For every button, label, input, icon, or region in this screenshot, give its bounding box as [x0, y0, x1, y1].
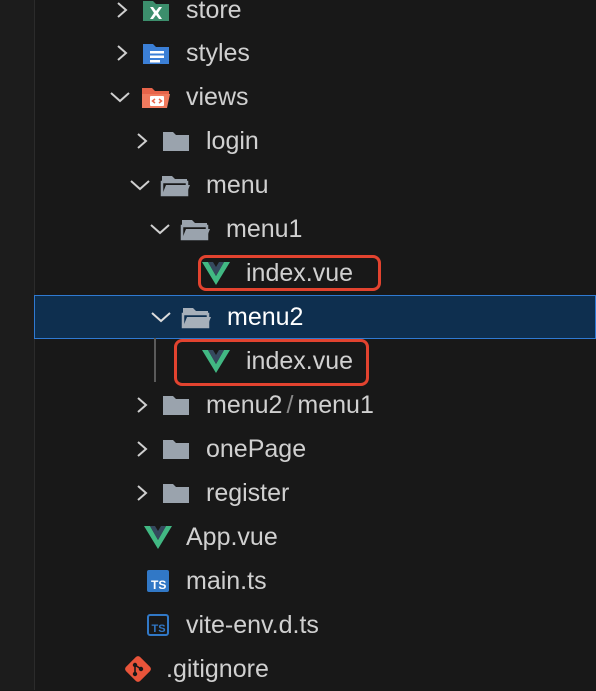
- folder-open-icon: [160, 171, 192, 199]
- chevron-down-icon[interactable]: [108, 85, 132, 109]
- path-segment: menu1: [297, 390, 374, 419]
- tree-item-register[interactable]: register: [34, 471, 596, 515]
- chevron-right-icon[interactable]: [130, 129, 154, 153]
- chevron-right-icon[interactable]: [130, 437, 154, 461]
- tree-item-menu[interactable]: menu: [34, 163, 596, 207]
- tree-item-store[interactable]: store: [34, 0, 596, 32]
- svg-text:TS: TS: [151, 578, 166, 592]
- chevron-down-icon[interactable]: [148, 217, 172, 241]
- tree-item-label: onePage: [206, 434, 307, 463]
- tree-item-menu2-menu1[interactable]: menu2/menu1: [34, 383, 596, 427]
- tree-item-login[interactable]: login: [34, 119, 596, 163]
- chevron-right-icon[interactable]: [130, 481, 154, 505]
- tree-item-label: menu1: [226, 214, 303, 243]
- tree-item-menu2-selected[interactable]: menu2: [34, 295, 596, 339]
- tree-item-views[interactable]: views: [34, 75, 596, 119]
- chevron-down-icon[interactable]: [128, 173, 152, 197]
- file-explorer-tree: store styles views login menu menu1 inde…: [34, 0, 596, 690]
- git-icon: [122, 655, 154, 683]
- tree-item-label: views: [186, 82, 249, 111]
- tree-item-label: vite-env.d.ts: [186, 610, 319, 639]
- tree-item-menu1[interactable]: menu1: [34, 207, 596, 251]
- typescript-definition-icon: TS: [142, 611, 174, 639]
- tree-item-gitignore[interactable]: .gitignore: [34, 647, 596, 691]
- tree-item-label: .gitignore: [166, 654, 269, 683]
- store-folder-icon: [140, 0, 172, 24]
- folder-icon: [160, 127, 192, 155]
- chevron-right-icon[interactable]: [130, 393, 154, 417]
- activity-gutter: [0, 0, 35, 690]
- tree-item-label: App.vue: [186, 522, 278, 551]
- tree-item-label: menu2/menu1: [206, 391, 374, 420]
- styles-folder-icon: [140, 39, 172, 67]
- chevron-right-icon[interactable]: [110, 41, 134, 65]
- highlight-box-menu1-index: [198, 255, 381, 291]
- tree-item-label: register: [206, 478, 290, 507]
- tree-item-label: menu2: [227, 302, 304, 331]
- chevron-right-icon[interactable]: [110, 0, 134, 22]
- path-segment: menu2: [206, 390, 283, 419]
- tree-item-label: styles: [186, 38, 250, 67]
- tree-item-main-ts[interactable]: TS main.ts: [34, 559, 596, 603]
- highlight-box-menu2-index: [174, 339, 369, 386]
- tree-item-app-vue[interactable]: App.vue: [34, 515, 596, 559]
- svg-text:TS: TS: [152, 623, 166, 635]
- folder-icon: [160, 479, 192, 507]
- folder-icon: [160, 435, 192, 463]
- folder-open-icon: [181, 303, 213, 331]
- tree-item-label: main.ts: [186, 566, 267, 595]
- tree-item-label: menu: [206, 170, 269, 199]
- folder-icon: [160, 391, 192, 419]
- tree-item-onepage[interactable]: onePage: [34, 427, 596, 471]
- tree-item-label: login: [206, 126, 259, 155]
- chevron-down-icon[interactable]: [149, 305, 173, 329]
- tree-item-styles[interactable]: styles: [34, 31, 596, 75]
- folder-open-icon: [180, 215, 212, 243]
- path-separator: /: [286, 390, 294, 419]
- vue-file-icon: [142, 523, 174, 551]
- typescript-file-icon: TS: [142, 567, 174, 595]
- tree-item-label: store: [186, 0, 242, 24]
- views-folder-icon: [140, 83, 172, 111]
- tree-item-vite-env-d-ts[interactable]: TS vite-env.d.ts: [34, 603, 596, 647]
